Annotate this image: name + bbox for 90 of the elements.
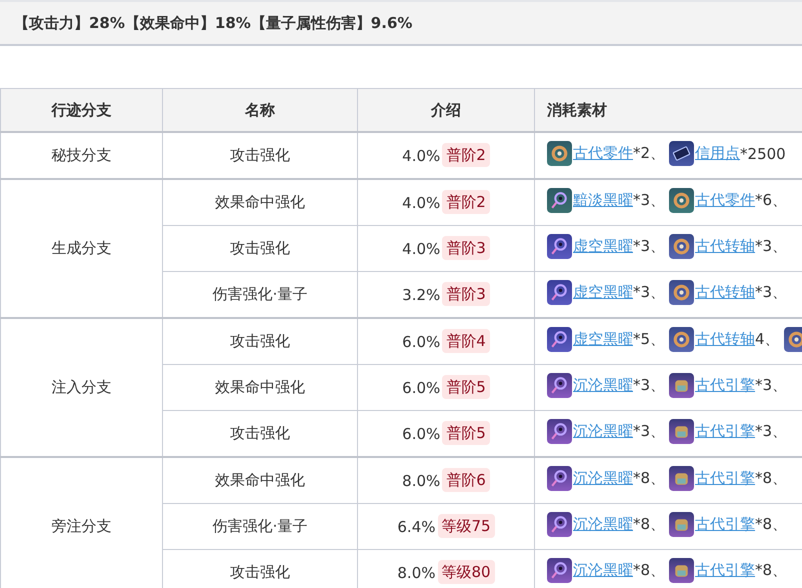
- material-link[interactable]: 虚空黑曜: [573, 283, 633, 302]
- material-count: *3、: [633, 283, 666, 302]
- name-cell: 效果命中强化: [162, 457, 358, 504]
- column-header: 消耗素材: [534, 88, 802, 132]
- material-link[interactable]: 古代零件: [573, 144, 633, 163]
- branch-cell: 生成分支: [0, 179, 162, 318]
- material-link[interactable]: 沉沦黑曜: [573, 376, 633, 395]
- engine-icon: [669, 373, 694, 398]
- material-count: *8、: [755, 469, 788, 488]
- name-cell: 效果命中强化: [162, 179, 358, 226]
- material-link[interactable]: 沉沦黑曜: [573, 515, 633, 534]
- name-cell: 攻击强化: [162, 226, 358, 272]
- material-count: *8、: [755, 515, 788, 534]
- level-tag: 普阶3: [442, 236, 490, 260]
- material-link[interactable]: 古代引擎: [695, 561, 756, 580]
- bonus-value: 3.2%: [402, 286, 440, 304]
- engine-icon: [669, 466, 694, 491]
- material-count: 4、: [755, 330, 780, 349]
- branch-cell: 旁注分支: [0, 457, 162, 588]
- card-icon: [669, 141, 694, 166]
- engine-icon: [669, 512, 694, 537]
- column-header: 行迹分支: [0, 88, 162, 132]
- material-link[interactable]: 古代引擎: [695, 422, 756, 441]
- bonus-value: 4.0%: [402, 240, 440, 258]
- ring-icon: [547, 466, 572, 491]
- material-link[interactable]: 古代零件: [695, 191, 756, 210]
- material-link[interactable]: 虚空黑曜: [573, 237, 633, 256]
- ring-icon: [547, 373, 572, 398]
- bonus-value: 6.0%: [402, 332, 440, 351]
- engine-icon: [669, 419, 694, 444]
- material-link[interactable]: 古代引擎: [695, 469, 756, 488]
- material-count: *3、: [633, 376, 666, 395]
- material-link[interactable]: 沉沦黑曜: [573, 422, 633, 441]
- material-count: *8、: [755, 561, 788, 580]
- material-count: *3、: [633, 191, 666, 210]
- level-tag: 等级75: [438, 514, 495, 538]
- stat-summary: 【攻击力】28%【效果命中】18%【量子属性伤害】9.6%: [14, 14, 412, 32]
- level-tag: 普阶4: [442, 329, 490, 354]
- material-count: *3、: [755, 283, 788, 302]
- material-count: *5、: [633, 330, 666, 349]
- ring-icon: [547, 280, 572, 305]
- material-count: *3、: [633, 422, 666, 441]
- bonus-value: 4.0%: [402, 194, 440, 212]
- material-count: *3、: [755, 422, 788, 441]
- material-link[interactable]: 古代转轴: [695, 283, 756, 302]
- level-tag: 普阶5: [442, 375, 490, 400]
- column-header: 介绍: [358, 88, 534, 132]
- level-tag: 普阶6: [442, 468, 490, 492]
- engine-icon: [669, 558, 694, 583]
- material-link[interactable]: 沉沦黑曜: [573, 469, 633, 488]
- bonus-value: 6.0%: [402, 378, 440, 397]
- column-header: 名称: [162, 88, 358, 132]
- name-cell: 攻击强化: [162, 318, 358, 364]
- ring-icon: [547, 234, 572, 259]
- ring-icon: [547, 558, 572, 583]
- material-link[interactable]: 信用点: [695, 144, 740, 163]
- material-link[interactable]: 古代引擎: [695, 515, 756, 534]
- material-link[interactable]: 古代转轴: [695, 237, 756, 256]
- material-link[interactable]: 古代引擎: [695, 376, 756, 395]
- level-tag: 普阶5: [442, 421, 490, 446]
- level-tag: 普阶2: [442, 143, 490, 168]
- material-count: *2、: [633, 144, 666, 163]
- bonus-value: 6.0%: [402, 424, 440, 443]
- material-count: *3、: [755, 376, 788, 395]
- bonus-value: 8.0%: [402, 472, 440, 490]
- material-link[interactable]: 沉沦黑曜: [573, 561, 633, 580]
- bonus-value: 4.0%: [402, 146, 440, 165]
- material-link[interactable]: 虚空黑曜: [573, 330, 633, 349]
- level-tag: 普阶3: [442, 282, 490, 306]
- name-cell: 效果命中强化: [162, 364, 358, 410]
- material-count: *3、: [633, 237, 666, 256]
- material-count: *3、: [755, 237, 788, 256]
- material-link[interactable]: 古代转轴: [695, 330, 756, 349]
- material-count: *8、: [633, 561, 666, 580]
- material-link[interactable]: 黯淡黑曜: [573, 191, 633, 210]
- branch-cell: 秘技分支: [0, 132, 162, 179]
- material-count: *8、: [633, 515, 666, 534]
- ring-icon: [547, 512, 572, 537]
- material-count: *6、: [755, 191, 788, 210]
- ring-icon: [547, 419, 572, 444]
- material-count: *2500: [740, 144, 786, 162]
- material-count: *8、: [633, 469, 666, 488]
- bonus-value: 6.4%: [397, 518, 436, 536]
- branch-cell: 注入分支: [0, 318, 162, 457]
- level-tag: 等级80: [438, 560, 495, 584]
- ring-icon: [547, 327, 572, 352]
- name-cell: 伤害强化·量子: [162, 504, 358, 550]
- level-tag: 普阶2: [442, 190, 490, 214]
- ring-icon: [547, 188, 572, 213]
- bonus-value: 8.0%: [397, 564, 436, 582]
